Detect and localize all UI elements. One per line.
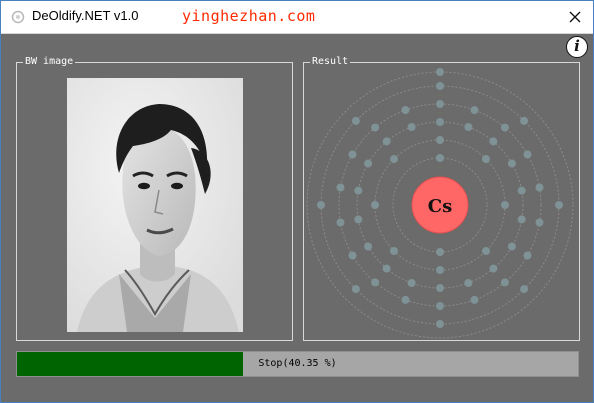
result-group: Result Cs — [303, 55, 580, 341]
bw-image-label: BW image — [23, 55, 76, 69]
electron-dot — [401, 295, 410, 304]
electron-dot — [436, 82, 444, 90]
electron-dot — [470, 106, 479, 115]
electron-dot — [354, 186, 363, 195]
progress-stop-button[interactable]: Stop(40.35 %) — [17, 352, 578, 376]
electron-dot — [436, 154, 444, 162]
electron-dot — [520, 116, 529, 125]
electron-dot — [500, 278, 509, 287]
electron-dot — [371, 278, 380, 287]
electron-dot — [382, 264, 391, 273]
electron-dot — [520, 285, 529, 294]
watermark-text: yinghezhan.com — [182, 7, 316, 25]
electron-dot — [464, 123, 473, 131]
electron-dot — [482, 247, 490, 255]
electron-dot — [489, 264, 498, 273]
electron-dot — [436, 320, 444, 328]
electron-dot — [523, 251, 532, 260]
electron-dot — [364, 159, 373, 168]
element-symbol: Cs — [428, 196, 452, 217]
electron-dot — [501, 201, 509, 209]
close-icon[interactable] — [559, 1, 591, 33]
electron-dot — [436, 100, 444, 108]
window-title: DeOldify.NET v1.0 — [32, 8, 139, 23]
bw-image-group: BW image — [16, 55, 293, 341]
electron-dot — [436, 136, 444, 144]
electron-dot — [364, 242, 373, 251]
electron-dot — [523, 150, 532, 159]
electron-dot — [336, 218, 345, 227]
electron-dot — [436, 118, 444, 126]
electron-dot — [535, 218, 544, 227]
electron-dot — [507, 159, 516, 168]
electron-dot — [351, 285, 360, 294]
electron-dot — [489, 137, 498, 146]
electron-dot — [351, 116, 360, 125]
title-bar: DeOldify.NET v1.0 yinghezhan.com — [1, 1, 593, 34]
electron-dot — [382, 137, 391, 146]
electron-dot — [436, 68, 444, 76]
electron-dot — [317, 201, 325, 209]
electron-dot — [436, 302, 444, 310]
progress-bar: Stop(40.35 %) — [16, 351, 579, 377]
electron-dot — [464, 279, 473, 287]
electron-dot — [507, 242, 516, 251]
electron-dot — [336, 183, 345, 192]
electron-dot — [535, 183, 544, 192]
electron-dot — [390, 247, 398, 255]
electron-dot — [500, 123, 509, 132]
electron-dot — [436, 266, 444, 274]
electron-dot — [407, 279, 416, 287]
main-window: DeOldify.NET v1.0 yinghezhan.com i BW im… — [0, 0, 594, 403]
electron-dot — [517, 186, 526, 195]
electron-dot — [371, 123, 380, 132]
electron-dot — [348, 150, 357, 159]
electron-dot — [470, 295, 479, 304]
electron-dot — [555, 201, 563, 209]
result-atom-diagram[interactable]: Cs — [304, 63, 579, 340]
app-icon — [11, 10, 25, 24]
bw-portrait-image[interactable] — [67, 78, 243, 332]
info-icon[interactable]: i — [566, 36, 588, 58]
electron-dot — [401, 106, 410, 115]
electron-dot — [482, 155, 490, 163]
electron-dot — [390, 155, 398, 163]
electron-dot — [407, 123, 416, 131]
electron-dot — [354, 215, 363, 224]
electron-dot — [436, 248, 444, 256]
electron-dot — [436, 284, 444, 292]
electron-dot — [348, 251, 357, 260]
electron-dot — [517, 215, 526, 224]
electron-dot — [371, 201, 379, 209]
